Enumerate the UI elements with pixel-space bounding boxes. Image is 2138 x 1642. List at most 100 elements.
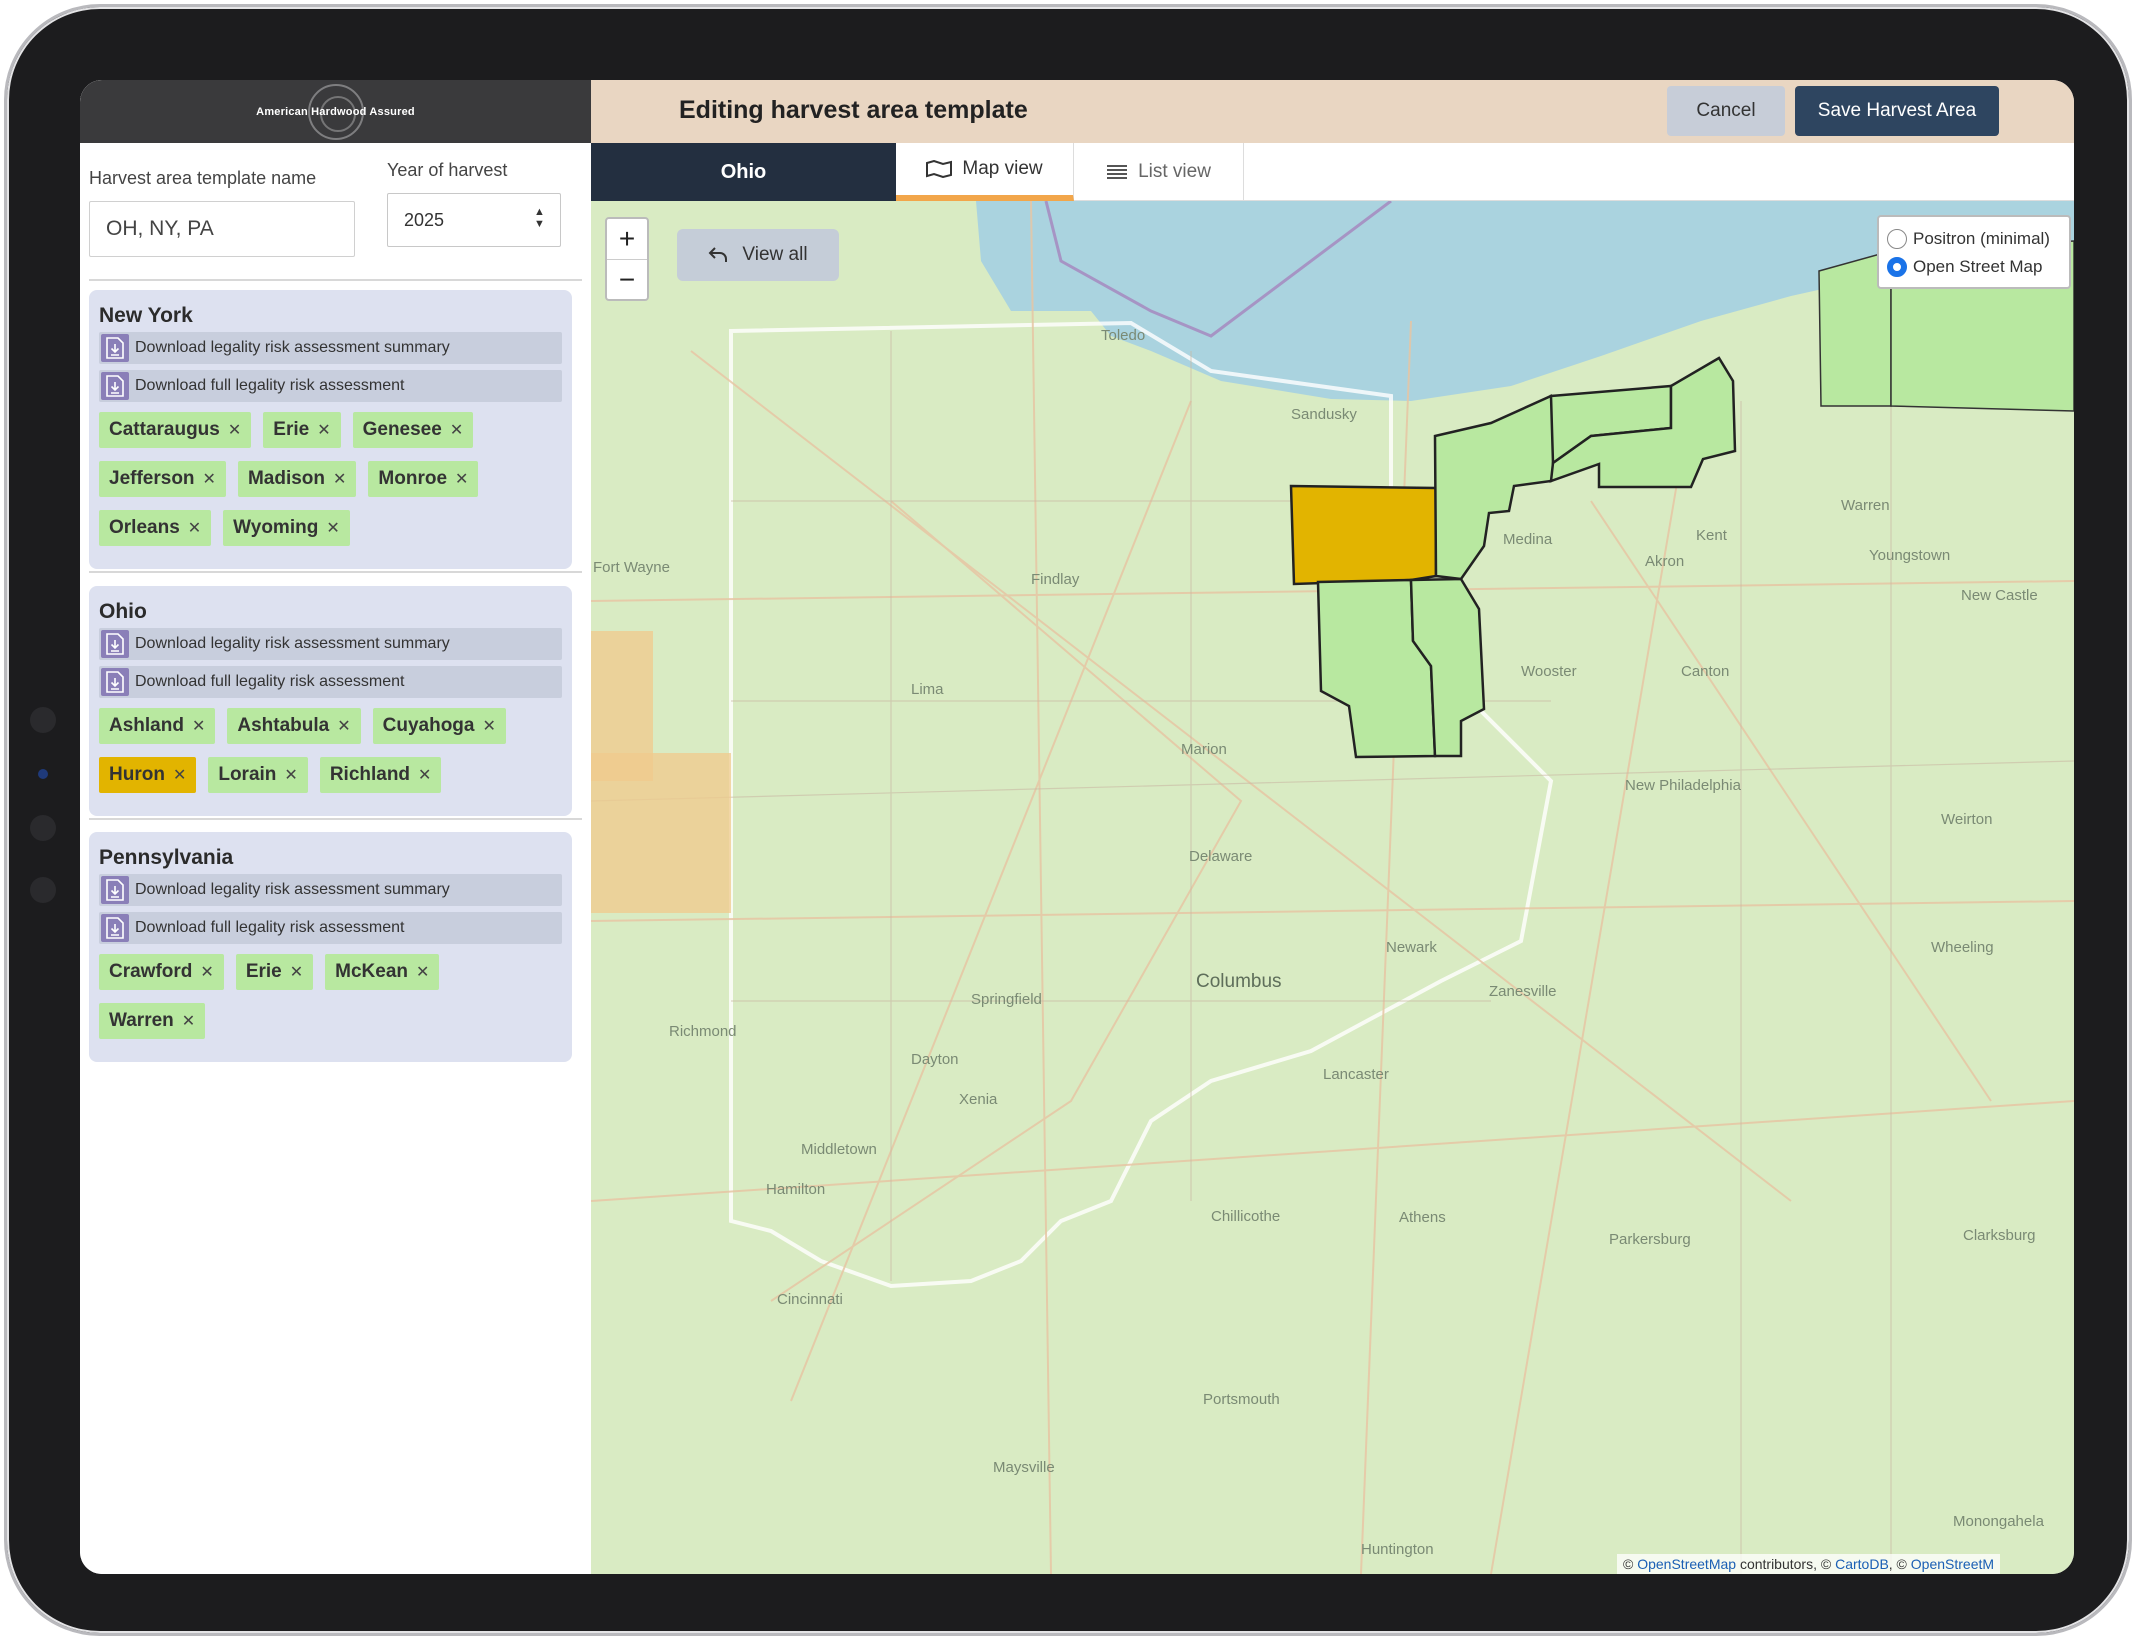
remove-icon[interactable]: ✕ [455,469,468,489]
download-summary-link[interactable]: Download legality risk assessment summar… [99,874,562,906]
remove-icon[interactable]: ✕ [290,962,303,982]
remove-icon[interactable]: ✕ [284,765,297,785]
zoom-control: + − [605,217,649,301]
place-label: Richmond [669,1023,737,1040]
cancel-button[interactable]: Cancel [1667,86,1785,136]
download-full-label: Download full legality risk assessment [135,673,405,690]
year-label: Year of harvest [387,160,508,180]
radio-checked-icon[interactable] [1887,257,1907,277]
remove-icon[interactable]: ✕ [333,469,346,489]
map-canvas[interactable]: Toledo Sandusky Fort Wayne Findlay Lima … [591,201,2074,1574]
county-chips: Ashland ✕ Ashtabula ✕ Cuyahoga ✕ Huron ✕ Lor… [99,708,562,806]
download-full-link[interactable]: Download full legality risk assessment [99,370,562,402]
tab-state-ohio[interactable]: Ohio [591,143,896,201]
back-arrow-icon [709,247,728,262]
place-label: Monongahela [1953,1513,2044,1530]
save-harvest-area-button[interactable]: Save Harvest Area [1795,86,1999,136]
county-chip[interactable]: Genesee ✕ [352,412,474,448]
remove-icon[interactable]: ✕ [317,420,330,440]
state-title: Pennsylvania [99,846,234,869]
view-all-label: View all [742,244,808,265]
remove-icon[interactable]: ✕ [482,716,495,736]
radio-unchecked-icon[interactable] [1887,229,1907,249]
remove-icon[interactable]: ✕ [418,765,431,785]
download-full-label: Download full legality risk assessment [135,919,405,936]
county-chip[interactable]: Orleans ✕ [99,510,212,546]
download-summary-label: Download legality risk assessment summar… [135,339,450,356]
county-chip[interactable]: Cattaraugus ✕ [99,412,252,448]
zoom-out-button[interactable]: − [607,259,647,299]
remove-icon[interactable]: ✕ [228,420,241,440]
osm-link[interactable]: OpenStreetM [1911,1556,1994,1572]
main-panel: Editing harvest area template Cancel Sav… [591,80,2074,1574]
year-stepper[interactable]: 2025 ▲ ▼ [387,193,561,247]
county-chip[interactable]: McKean ✕ [325,954,440,990]
app-screen: American Hardwood Assured Harvest area t… [80,80,2074,1574]
layer-option-positron[interactable]: Positron (minimal) [1887,225,2061,253]
layer-label: Positron (minimal) [1913,229,2050,248]
remove-icon[interactable]: ✕ [337,716,350,736]
county-chips: Crawford ✕ Erie ✕ McKean ✕ Warren ✕ [99,954,562,1052]
remove-icon[interactable]: ✕ [326,518,339,538]
remove-icon[interactable]: ✕ [182,1011,195,1031]
county-chip[interactable]: Jefferson ✕ [99,461,226,497]
place-label: Findlay [1031,571,1080,588]
county-chip[interactable]: Ashtabula ✕ [227,708,361,744]
layer-option-osm[interactable]: Open Street Map [1887,253,2061,281]
download-icon [101,876,129,904]
place-label: Huntington [1361,1541,1434,1558]
layer-label: Open Street Map [1913,257,2043,276]
county-label: Monroe [378,468,448,489]
download-summary-link[interactable]: Download legality risk assessment summar… [99,628,562,660]
side-sensors [27,707,59,939]
remove-icon[interactable]: ✕ [200,962,213,982]
attrib-text: contributors, © [1736,1556,1836,1572]
year-field: Year of harvest 2025 ▲ ▼ [387,160,561,255]
county-chip[interactable]: Erie ✕ [235,954,314,990]
county-label: McKean [335,961,408,982]
county-chip[interactable]: Crawford ✕ [99,954,224,990]
county-label: Richland [329,764,411,785]
download-summary-link[interactable]: Download legality risk assessment summar… [99,332,562,364]
remove-icon[interactable]: ✕ [188,518,201,538]
county-chip[interactable]: Warren ✕ [99,1003,206,1039]
page-title: Editing harvest area template [679,96,1028,124]
stepper-arrows-icon[interactable]: ▲ ▼ [534,206,546,230]
place-label: Marion [1181,741,1227,758]
carto-link[interactable]: CartoDB [1835,1556,1889,1572]
tab-list-view[interactable]: List view [1074,143,1244,201]
county-label: Wyoming [233,517,319,538]
county-chip[interactable]: Ashland ✕ [99,708,216,744]
county-label: Lorain [218,764,277,785]
state-group-pennsylvania: Pennsylvania Download legality risk asse… [89,832,572,1062]
download-full-link[interactable]: Download full legality risk assessment [99,666,562,698]
place-label: Fort Wayne [593,559,670,576]
remove-icon[interactable]: ✕ [416,962,429,982]
tab-map-view[interactable]: Map view [896,143,1074,201]
remove-icon[interactable]: ✕ [192,716,205,736]
county-in-orange-2 [591,753,731,913]
county-chip[interactable]: Madison ✕ [237,461,357,497]
place-label: Parkersburg [1609,1231,1691,1248]
place-label: Wooster [1521,663,1577,680]
county-chip[interactable]: Wyoming ✕ [223,510,350,546]
place-label: Akron [1645,553,1685,570]
download-full-link[interactable]: Download full legality risk assessment [99,912,562,944]
county-chip[interactable]: Monroe ✕ [368,461,479,497]
zoom-in-button[interactable]: + [607,219,647,259]
divider [89,818,582,820]
remove-icon[interactable]: ✕ [173,765,186,785]
place-label: Portsmouth [1203,1391,1280,1408]
county-chip[interactable]: Erie ✕ [263,412,341,448]
remove-icon[interactable]: ✕ [450,420,463,440]
view-all-button[interactable]: View all [677,229,839,281]
county-chip[interactable]: Cuyahoga ✕ [372,708,506,744]
place-label: Dayton [911,1051,959,1068]
county-chip-selected[interactable]: Huron ✕ [99,757,197,793]
county-chip[interactable]: Richland ✕ [319,757,442,793]
remove-icon[interactable]: ✕ [203,469,216,489]
county-chip[interactable]: Lorain ✕ [208,757,308,793]
place-label: Weirton [1941,811,1993,828]
osm-link[interactable]: OpenStreetMap [1637,1556,1736,1572]
template-name-input[interactable] [89,201,355,257]
